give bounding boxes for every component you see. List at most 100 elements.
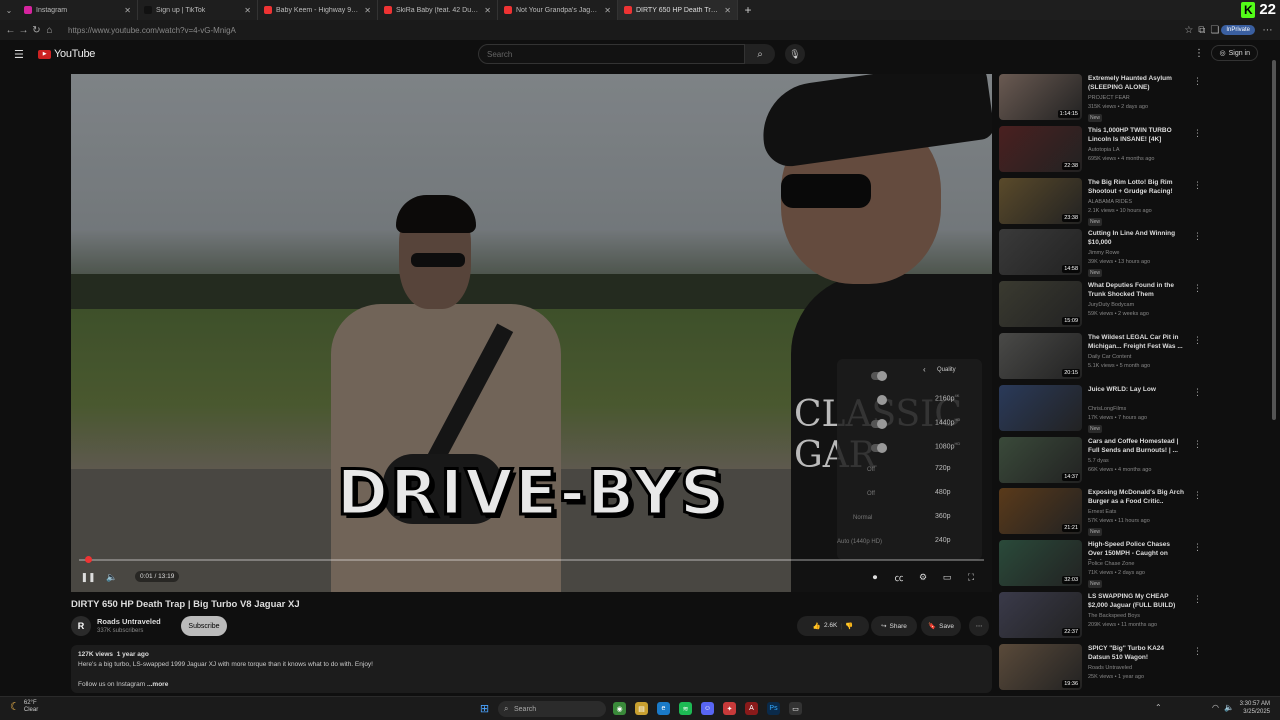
recommended-title[interactable]: Exposing McDonald's Big Arch Burger as a… [1088,488,1184,506]
save-button[interactable]: 🔖 Save [921,616,961,636]
progress-bar[interactable] [79,556,984,563]
recommended-video[interactable]: 20:15 The Wildest LEGAL Car Pit in Michig… [999,333,1269,383]
menu-icon[interactable]: ☰ [14,48,24,61]
video-options-icon[interactable]: ⋮ [1193,283,1202,294]
quality-option[interactable]: 480p [935,489,951,496]
recommended-title[interactable]: This 1,000HP TWIN TURBO Lincoln Is INSAN… [1088,126,1184,144]
video-options-icon[interactable]: ⋮ [1193,439,1202,450]
video-thumbnail[interactable]: 19:36 [999,643,1082,690]
toggle-1[interactable] [871,371,887,381]
browser-tab[interactable]: Baby Keem - Highway 95 pt. 2 (Of ✕ [258,0,378,20]
video-options-icon[interactable]: ⋮ [1193,335,1202,346]
toggle-2[interactable] [871,395,887,405]
back-icon[interactable]: ← [4,25,17,36]
autoplay-toggle[interactable]: ⏺ [867,570,883,584]
recommended-channel[interactable]: PROJECT FEAR [1088,95,1130,101]
quality-option[interactable]: 1440pHD [935,417,960,426]
recommended-channel[interactable]: Daily Car Content [1088,354,1131,360]
browser-menu-icon[interactable]: ⋯ [1261,25,1274,36]
tray-chevron-icon[interactable]: ⌃ [1155,703,1162,712]
video-player[interactable]: CLASSIC GAR DRIVE-BYS ‹ Quality Off Off … [71,74,992,592]
tab-close-icon[interactable]: ✕ [604,6,611,15]
recommended-video[interactable]: 14:37 Cars and Coffee Homestead | Full Se… [999,436,1269,487]
recommended-channel[interactable]: Jimmy Rowe [1088,250,1119,256]
more-actions-button[interactable]: ⋯ [969,616,989,636]
file-explorer-icon[interactable]: ▤ [635,702,648,715]
tab-close-icon[interactable]: ✕ [484,6,491,15]
terminal-app-icon[interactable]: ▭ [789,702,802,715]
edge-app-icon[interactable]: e [657,702,670,715]
system-clock[interactable]: 3:30:57 AM 3/25/2025 [1240,700,1270,716]
video-thumbnail[interactable]: 23:38 [999,177,1082,224]
setting-value-2[interactable]: Off [867,491,875,497]
spotify-app-icon[interactable]: ≋ [679,702,692,715]
recommended-title[interactable]: SPICY "Big" Turbo KA24 Datsun 510 Wagon! [1088,644,1184,662]
recommended-channel[interactable]: Roads Untraveled [1088,665,1132,671]
toggle-3[interactable] [871,419,887,429]
recommended-title[interactable]: The Wildest LEGAL Car Pit in Michigan...… [1088,333,1184,351]
recommended-channel[interactable]: JuryDuty Bodycam [1088,302,1134,308]
recommended-title[interactable]: Extremely Haunted Asylum (SLEEPING ALONE… [1088,74,1184,92]
video-options-icon[interactable]: ⋮ [1193,542,1202,553]
quality-option[interactable]: 2160p4K [935,393,959,402]
volume-button[interactable]: 🔈 [104,570,120,584]
recommended-video[interactable]: 1:14:15 Extremely Haunted Asylum (SLEEPIN… [999,74,1269,124]
setting-value-4[interactable]: Auto (1440p HD) [837,539,882,545]
video-thumbnail[interactable]: 22:38 [999,125,1082,172]
back-chevron-icon[interactable]: ‹ [923,365,926,374]
chrome-app-icon[interactable]: ◉ [613,702,626,715]
kick-widget[interactable]: K 22 [1241,1,1276,18]
pause-button[interactable]: ❚❚ [80,570,96,584]
video-thumbnail[interactable]: 14:37 [999,436,1082,483]
toggle-4[interactable] [871,443,887,453]
setting-value-3[interactable]: Normal [853,515,872,521]
tab-close-icon[interactable]: ✕ [244,6,251,15]
video-options-icon[interactable]: ⋮ [1193,231,1202,242]
recommended-title[interactable]: LS SWAPPING My CHEAP $2,000 Jaguar (FULL… [1088,592,1184,610]
photoshop-app-icon[interactable]: Ps [767,702,780,715]
sign-in-button[interactable]: ◎ Sign in [1211,45,1258,61]
recommended-video[interactable]: 22:37 LS SWAPPING My CHEAP $2,000 Jaguar … [999,592,1269,642]
browser-tab[interactable]: Instagram ✕ [18,0,138,20]
new-tab-button[interactable]: + [738,3,758,17]
browser-tab[interactable]: Not Your Grandpa's Jaguar: Custom✕ [498,0,618,20]
recommended-video[interactable]: 23:38 The Big Rim Lotto! Big Rim Shootout… [999,177,1269,228]
browser-tab[interactable]: Sign up | TikTok ✕ [138,0,258,20]
youtube-logo[interactable]: ▶ YouTube [38,48,95,60]
recommended-title[interactable]: Juice WRLD: Lay Low [1088,385,1184,394]
channel-name[interactable]: Roads Untraveled [97,617,161,626]
recommended-video[interactable]: 22:38 This 1,000HP TWIN TURBO Lincoln Is … [999,125,1269,176]
quality-option[interactable]: 240p [935,537,951,544]
url-field[interactable]: https://www.youtube.com/watch?v=4-vG-Mni… [62,23,1182,37]
channel-avatar[interactable]: R [71,616,91,636]
browser-tab[interactable]: SkiRa Baby (feat. 42 Dugg) - West✕ [378,0,498,20]
tab-close-icon[interactable]: ✕ [364,6,371,15]
recommended-channel[interactable]: ALABAMA RIDES [1088,199,1132,205]
discord-app-icon[interactable]: ☺ [701,702,714,715]
share-button[interactable]: ↪ Share [871,616,917,636]
recommended-video[interactable]: 32:03 High-Speed Police Chases Over 150MP… [999,540,1269,590]
recommended-video[interactable]: 19:36 SPICY "Big" Turbo KA24 Datsun 510 W… [999,643,1269,694]
video-thumbnail[interactable]: 21:21 [999,488,1082,535]
recommended-channel[interactable]: ChrisLongFilms [1088,406,1126,412]
recommended-video[interactable]: 21:21 Exposing McDonald's Big Arch Burger… [999,488,1269,538]
tab-actions-icon[interactable]: ⌄ [0,6,18,15]
recommended-video[interactable]: Juice WRLD: Lay Low ChrisLongFilms 17K vie… [999,384,1269,435]
video-options-icon[interactable]: ⋮ [1193,387,1202,398]
subscribe-button[interactable]: Subscribe [181,616,227,636]
quality-option[interactable]: 360p [935,513,951,520]
wifi-icon[interactable]: ◠ [1212,703,1219,712]
video-thumbnail[interactable]: 15:09 [999,281,1082,328]
collections-icon[interactable]: ❏ [1208,25,1221,36]
dislike-button[interactable]: 👎 [845,622,853,630]
video-thumbnail[interactable]: 20:15 [999,333,1082,379]
app-icon-red[interactable]: ✦ [723,702,736,715]
fullscreen-button[interactable]: ⛶ [963,570,979,584]
taskbar-search[interactable]: Search [498,701,606,717]
acrobat-app-icon[interactable]: A [745,702,758,715]
video-thumbnail[interactable]: 22:37 [999,592,1082,638]
recommended-channel[interactable]: The Backspeed Boys [1088,613,1140,619]
description-box[interactable]: 127K views 1 year ago Here's a big turbo… [71,645,992,693]
tab-close-icon[interactable]: ✕ [124,6,131,15]
video-thumbnail[interactable]: 14:58 [999,229,1082,276]
